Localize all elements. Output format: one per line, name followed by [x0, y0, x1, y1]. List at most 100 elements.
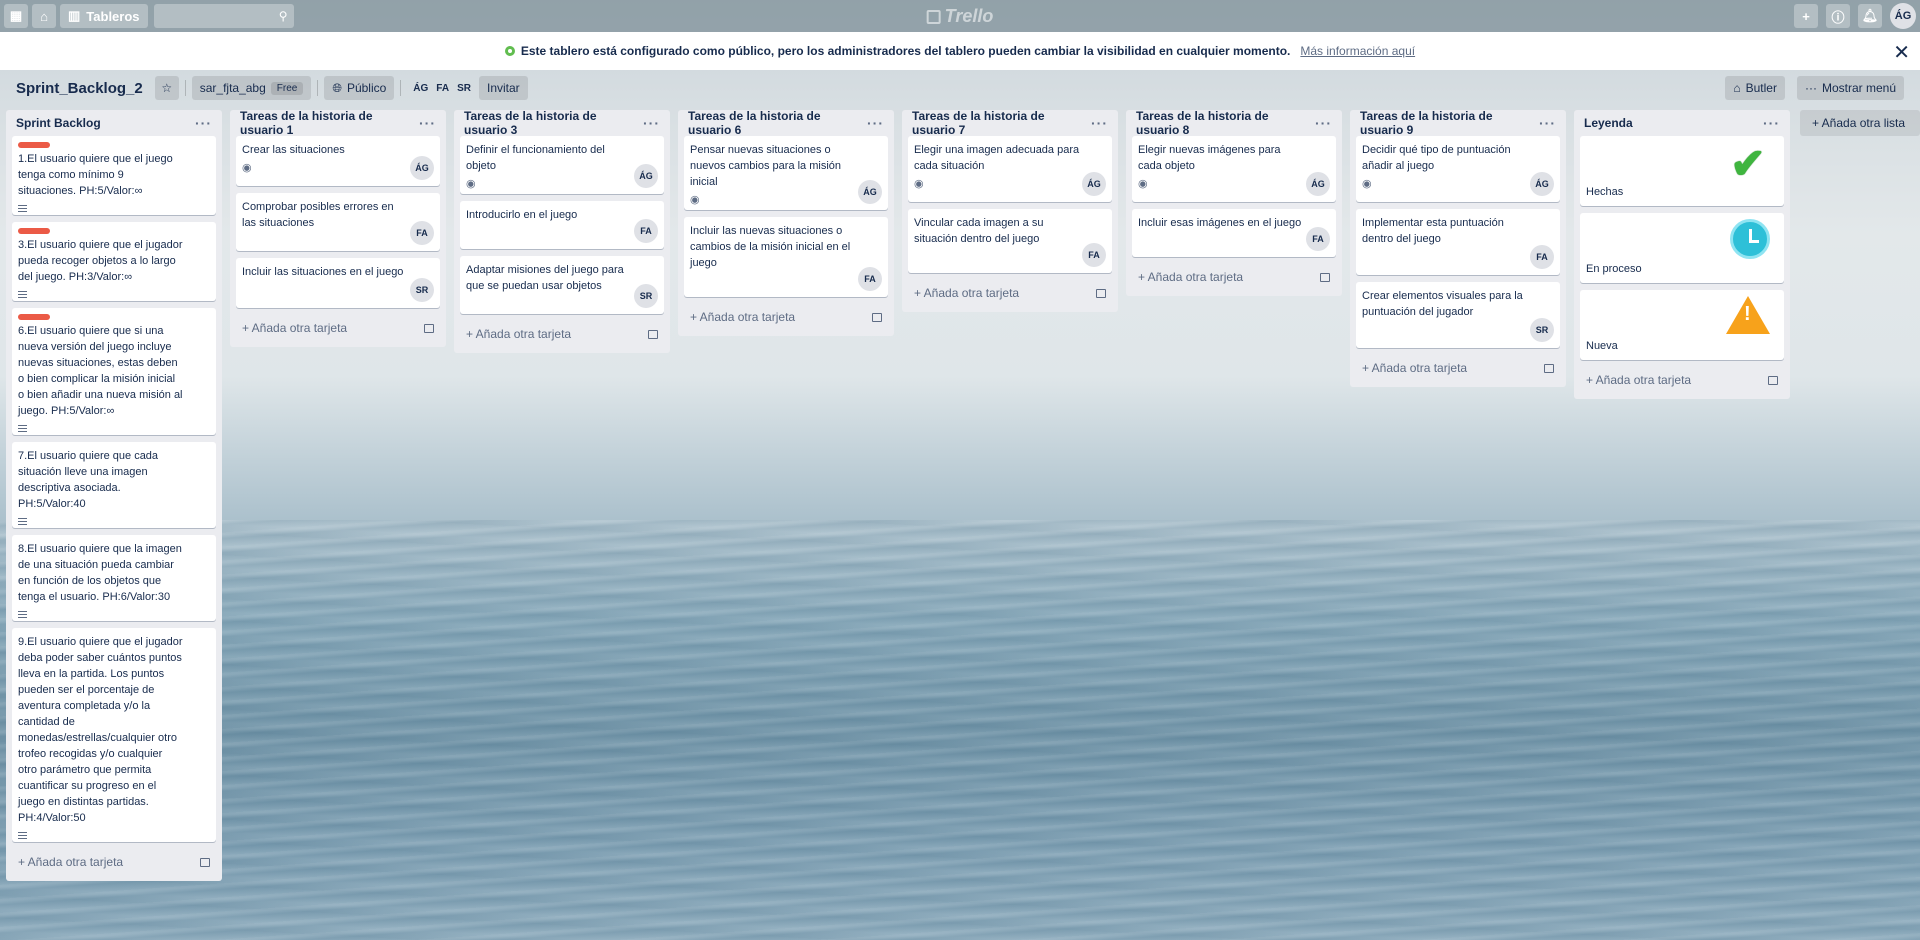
card[interactable]: 8.El usuario quiere que la imagen de una… [12, 535, 216, 621]
member-avatar[interactable]: ÁG [858, 180, 882, 204]
card[interactable]: Adaptar misiones del juego para que se p… [460, 256, 664, 314]
card[interactable]: ! Nueva [1580, 290, 1784, 360]
card[interactable]: Definir el funcionamiento del objeto ◉ ÁG [460, 136, 664, 194]
add-icon[interactable]: + [1794, 4, 1818, 28]
add-card-label: + Añada otra tarjeta [1586, 373, 1692, 387]
close-icon[interactable]: ✕ [1893, 40, 1910, 65]
list-menu-icon[interactable]: ··· [867, 115, 884, 131]
member-avatar[interactable]: ÁG [634, 164, 658, 188]
apps-icon[interactable]: ▦ [4, 4, 28, 28]
list-menu-icon[interactable]: ··· [195, 115, 212, 131]
card[interactable]: En proceso [1580, 213, 1784, 283]
info-icon[interactable]: ⓘ [1826, 4, 1850, 28]
template-icon[interactable] [200, 857, 210, 867]
member-avatar[interactable]: FA [1306, 227, 1330, 251]
card[interactable]: 9.El usuario quiere que el jugador deba … [12, 628, 216, 842]
list-title[interactable]: Sprint Backlog [16, 116, 101, 130]
butler-button[interactable]: ⌂ Butler [1725, 76, 1785, 100]
card[interactable]: Crear las situaciones ◉ ÁG [236, 136, 440, 186]
notifications-icon[interactable]: 🔔︎ [1858, 4, 1882, 28]
list-title[interactable]: Tareas de la historia de usuario 8 [1136, 109, 1315, 137]
card[interactable]: Pensar nuevas situaciones o nuevos cambi… [684, 136, 888, 210]
list-menu-icon[interactable]: ··· [419, 115, 436, 131]
card[interactable]: Incluir las nuevas situaciones o cambios… [684, 217, 888, 297]
member-avatar[interactable]: SR [634, 284, 658, 308]
member-avatar[interactable]: ÁG [1082, 172, 1106, 196]
member-avatar[interactable]: ÁG [1530, 172, 1554, 196]
user-avatar[interactable]: ÁG [1890, 3, 1916, 29]
template-icon[interactable] [648, 329, 658, 339]
template-icon[interactable] [424, 323, 434, 333]
member-avatar[interactable]: FA [1530, 245, 1554, 269]
list-menu-icon[interactable]: ··· [643, 115, 660, 131]
add-card-button[interactable]: + Añada otra tarjeta [1580, 367, 1784, 393]
card[interactable]: Elegir nuevas imágenes para cada objeto ◉… [1132, 136, 1336, 202]
more-info-link[interactable]: Más información aquí [1300, 44, 1415, 58]
add-list-button[interactable]: + Añada otra lista [1800, 110, 1920, 136]
member-avatar[interactable]: SR [410, 278, 434, 302]
boards-label: Tableros [86, 8, 140, 24]
add-card-button[interactable]: + Añada otra tarjeta [460, 321, 664, 347]
list-us1: Tareas de la historia de usuario 1 ··· Cr… [230, 109, 446, 347]
list-title[interactable]: Tareas de la historia de usuario 7 [912, 109, 1091, 137]
team-button[interactable]: sar_fjta_abg Free [191, 76, 312, 100]
list-menu-icon[interactable]: ··· [1539, 115, 1556, 131]
member-avatar[interactable]: FA [634, 219, 658, 243]
list-title[interactable]: Tareas de la historia de usuario 3 [464, 109, 643, 137]
star-icon[interactable]: ☆ [154, 76, 179, 100]
list-title[interactable]: Tareas de la historia de usuario 9 [1360, 109, 1539, 137]
template-icon[interactable] [1544, 363, 1554, 373]
template-icon[interactable] [1320, 272, 1330, 282]
list-menu-icon[interactable]: ··· [1315, 115, 1332, 131]
list-menu-icon[interactable]: ··· [1763, 115, 1780, 131]
home-icon[interactable]: ⌂ [32, 4, 56, 28]
list-title[interactable]: Tareas de la historia de usuario 6 [688, 109, 867, 137]
search-input[interactable]: ⚲ [153, 4, 294, 28]
card[interactable]: Vincular cada imagen a su situación dent… [908, 209, 1112, 273]
card[interactable]: 3.El usuario quiere que el jugador pueda… [12, 222, 216, 301]
add-card-button[interactable]: + Añada otra tarjeta [684, 304, 888, 330]
list-title[interactable]: Tareas de la historia de usuario 1 [240, 109, 419, 137]
list-title[interactable]: Leyenda [1584, 116, 1633, 130]
member-avatar[interactable]: SR [1530, 318, 1554, 342]
board-title[interactable]: Sprint_Backlog_2 [16, 80, 143, 97]
boards-button[interactable]: ▥ Tableros [60, 4, 148, 28]
member-avatar[interactable]: ÁG [413, 83, 428, 94]
trello-logo[interactable]: Trello [926, 6, 993, 27]
card[interactable]: 7.El usuario quiere que cada situación l… [12, 442, 216, 528]
card[interactable]: Incluir las situaciones en el juego SR [236, 258, 440, 308]
member-avatar[interactable]: FA [436, 83, 449, 94]
card[interactable]: 1.El usuario quiere que el juego tenga c… [12, 136, 216, 215]
add-card-button[interactable]: + Añada otra tarjeta [1132, 264, 1336, 290]
member-avatar[interactable]: SR [457, 83, 471, 94]
card[interactable]: Crear elementos visuales para la puntuac… [1356, 282, 1560, 348]
card[interactable]: 6.El usuario quiere que si una nueva ver… [12, 308, 216, 435]
public-icon [504, 46, 515, 56]
show-menu-button[interactable]: ··· Mostrar menú [1796, 76, 1904, 100]
card-text: Elegir una imagen adecuada para cada sit… [914, 144, 1080, 172]
description-icon [18, 287, 210, 297]
card[interactable]: Comprobar posibles errores en las situac… [236, 193, 440, 251]
template-icon[interactable] [1768, 375, 1778, 385]
template-icon[interactable] [1096, 288, 1106, 298]
red-label [18, 142, 50, 148]
add-card-button[interactable]: + Añada otra tarjeta [12, 849, 216, 875]
member-avatar[interactable]: FA [410, 221, 434, 245]
card[interactable]: Incluir esas imágenes en el juego FA [1132, 209, 1336, 257]
add-card-button[interactable]: + Añada otra tarjeta [236, 315, 440, 341]
card[interactable]: Decidir qué tipo de puntuación añadir al… [1356, 136, 1560, 202]
member-avatar[interactable]: ÁG [1306, 172, 1330, 196]
add-card-button[interactable]: + Añada otra tarjeta [908, 280, 1112, 306]
member-avatar[interactable]: FA [858, 267, 882, 291]
list-menu-icon[interactable]: ··· [1091, 115, 1108, 131]
member-avatar[interactable]: FA [1082, 243, 1106, 267]
invite-button[interactable]: Invitar [478, 76, 528, 100]
card[interactable]: Implementar esta puntuación dentro del j… [1356, 209, 1560, 275]
card[interactable]: ✔ Hechas [1580, 136, 1784, 206]
template-icon[interactable] [872, 312, 882, 322]
card[interactable]: Elegir una imagen adecuada para cada sit… [908, 136, 1112, 202]
card[interactable]: Introducirlo en el juego FA [460, 201, 664, 249]
visibility-button[interactable]: 🌐︎ Público [324, 76, 395, 100]
member-avatar[interactable]: ÁG [410, 156, 434, 180]
add-card-button[interactable]: + Añada otra tarjeta [1356, 355, 1560, 381]
